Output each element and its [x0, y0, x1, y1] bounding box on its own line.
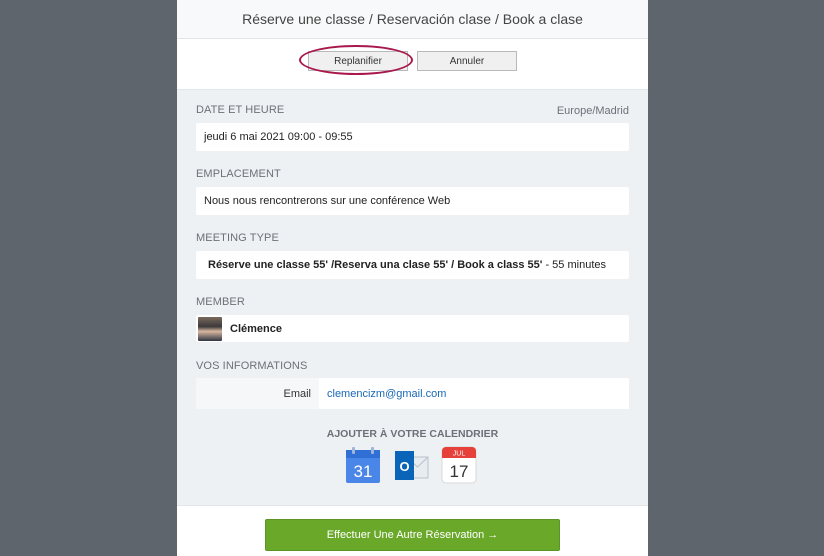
booking-actions-bar: Replanifier Annuler: [177, 39, 648, 90]
meeting-type-field: Réserve une classe 55' /Reserva una clas…: [196, 251, 629, 279]
calendar-icons: 31 O JUL 17: [345, 446, 485, 486]
datetime-value: jeudi 6 mai 2021 09:00 - 09:55: [204, 131, 353, 143]
booking-panel: Réserve une classe / Reservación clase /…: [177, 0, 648, 556]
email-value[interactable]: clemencizm@gmail.com: [319, 388, 446, 400]
avatar: [198, 316, 222, 341]
member-name: Clémence: [230, 322, 282, 335]
outlook-calendar-icon[interactable]: O: [393, 446, 429, 484]
timezone-label: Europe/Madrid: [556, 105, 629, 117]
info-section-label: VOS INFORMATIONS: [196, 360, 308, 372]
location-section-label: EMPLACEMENT: [196, 168, 281, 180]
book-another-button[interactable]: Effectuer Une Autre Réservation →: [265, 519, 560, 551]
meeting-type-duration: - 55 minutes: [542, 259, 606, 271]
apple-calendar-day: 17: [450, 462, 469, 481]
member-section-label: MEMBER: [196, 296, 245, 308]
email-row: Email clemencizm@gmail.com: [196, 378, 629, 409]
apple-calendar-month: JUL: [453, 451, 466, 458]
add-to-calendar-title: AJOUTER À VOTRE CALENDRIER: [326, 428, 499, 440]
email-key: Email: [196, 378, 319, 409]
location-field: Nous nous rencontrerons sur une conféren…: [196, 187, 629, 215]
member-field: Clémence: [196, 315, 629, 342]
google-calendar-icon[interactable]: 31: [345, 446, 381, 484]
footer-bar: Effectuer Une Autre Réservation →: [177, 505, 648, 556]
outlook-letter: O: [399, 459, 409, 474]
datetime-section-label: DATE ET HEURE: [196, 104, 285, 116]
meeting-type-section-label: MEETING TYPE: [196, 232, 279, 244]
google-calendar-day: 31: [354, 462, 373, 481]
reschedule-button[interactable]: Replanifier: [308, 51, 408, 71]
apple-calendar-icon[interactable]: JUL 17: [441, 446, 477, 484]
datetime-field: jeudi 6 mai 2021 09:00 - 09:55: [196, 123, 629, 151]
page-title: Réserve une classe / Reservación clase /…: [242, 11, 583, 27]
page-header: Réserve une classe / Reservación clase /…: [177, 0, 648, 39]
meeting-type-name: Réserve une classe 55' /Reserva una clas…: [208, 259, 543, 271]
cancel-button[interactable]: Annuler: [417, 51, 517, 71]
location-value: Nous nous rencontrerons sur une conféren…: [204, 195, 451, 207]
